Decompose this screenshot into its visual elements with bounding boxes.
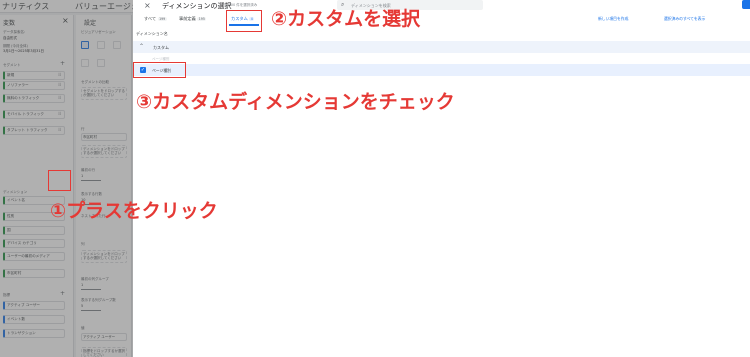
- checkbox-highlight-box: [133, 62, 186, 78]
- close-icon[interactable]: ×: [144, 1, 151, 10]
- create-new-link[interactable]: 新しい項目を作成: [598, 16, 628, 22]
- chevron-up-icon: ⌃: [139, 42, 145, 50]
- annotation-step1: ①プラスをクリック: [50, 200, 218, 222]
- apply-button[interactable]: [742, 0, 750, 9]
- plus-highlight-box: [48, 170, 71, 191]
- dimension-name-header: ディメンション名: [136, 31, 168, 36]
- tab-all[interactable]: すべて 199: [144, 16, 167, 22]
- dialog-title: ディメンションの選択: [162, 2, 232, 10]
- tab-predefined[interactable]: 事前定義 195: [179, 16, 207, 22]
- selected-count: 5 /500 件を選択済み: [224, 3, 258, 7]
- show-selected-link[interactable]: 選択済みのすべてを表示: [664, 16, 705, 22]
- custom-group-row[interactable]: ⌃ カスタム: [133, 41, 750, 53]
- custom-group-label: カスタム: [153, 44, 169, 50]
- custom-dimension-row[interactable]: ✓ ページ種別: [133, 64, 750, 76]
- custom-tab-highlight-box: [226, 10, 262, 32]
- annotation-step3: ③カスタムディメンションをチェック: [136, 91, 455, 113]
- annotation-step2: ②カスタムを選択: [271, 8, 421, 30]
- select-dimensions-dialog: × ディメンションの選択 5 /500 件を選択済み ⌕ ディメンションを検索 …: [133, 0, 750, 357]
